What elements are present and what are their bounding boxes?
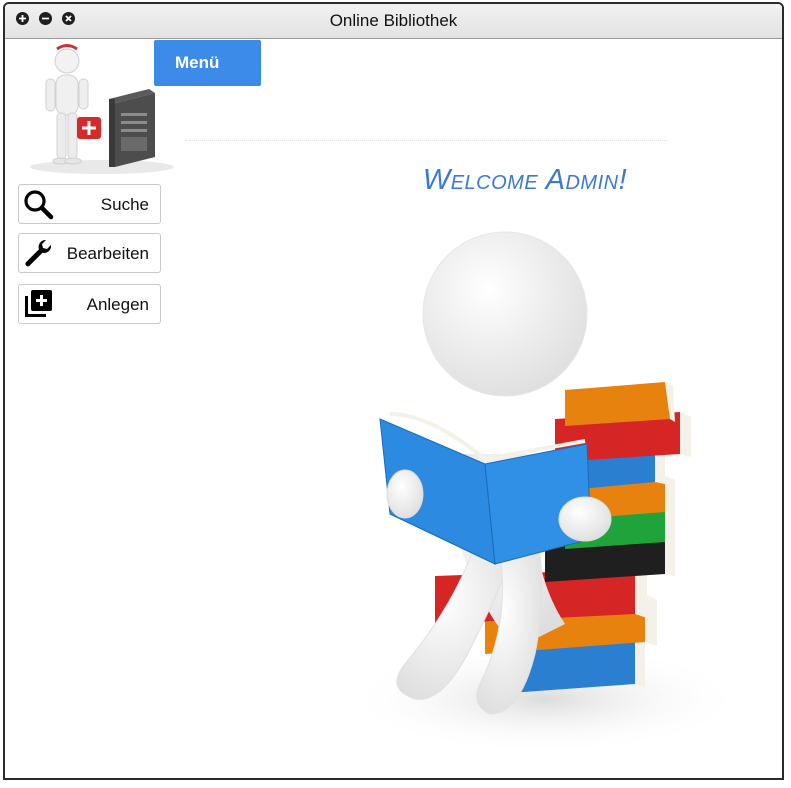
sidebar-item-label: Anlegen: [86, 295, 149, 314]
app-window: Online Bibliothek Menü Suche Bearbeiten …: [3, 2, 784, 780]
sidebar-item-label: Suche: [100, 195, 149, 214]
header-divider: [185, 140, 667, 141]
sidebar-item-label: Bearbeiten: [66, 244, 149, 263]
window-title: Online Bibliothek: [329, 11, 458, 30]
sidebar-item-bearbeiten[interactable]: Bearbeiten: [18, 233, 161, 273]
menu-button[interactable]: Menü: [154, 40, 261, 86]
add-to-library-icon: [25, 290, 52, 317]
welcome-heading: Welcome Admin!: [422, 164, 628, 196]
sidebar-item-anlegen[interactable]: Anlegen: [18, 284, 161, 324]
wrench-icon: [25, 239, 52, 267]
reading-figure-illustration: [345, 231, 735, 754]
title-bar[interactable]: Online Bibliothek: [5, 4, 782, 39]
main-content: Menü Suche Bearbeiten Anlegen Welcome Ad…: [5, 39, 782, 778]
search-icon: [24, 190, 54, 220]
sidebar-item-suche[interactable]: Suche: [18, 184, 161, 224]
